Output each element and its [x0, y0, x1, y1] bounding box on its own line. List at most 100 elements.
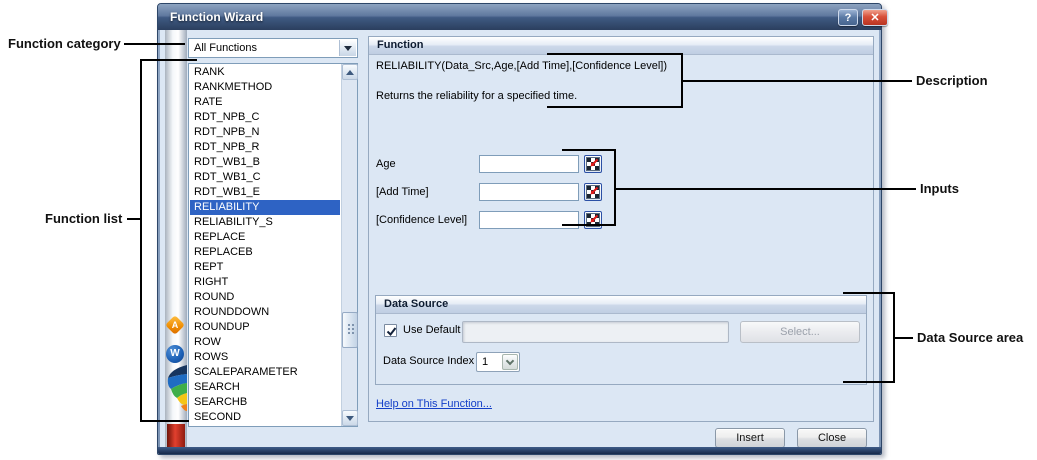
function-list-items: RANKRANKMETHODRATERDT_NPB_CRDT_NPB_NRDT_…: [190, 65, 340, 425]
list-item[interactable]: RELIABILITY: [190, 200, 340, 215]
annotation-data-source-area: Data Source area: [917, 330, 1023, 345]
dialog-bottom-edge: [158, 447, 881, 454]
annotation-line: [616, 188, 916, 190]
chevron-down-icon: [344, 46, 352, 51]
list-item[interactable]: RATE: [190, 95, 340, 110]
list-item[interactable]: RANKMETHOD: [190, 80, 340, 95]
dialog-title: Function Wizard: [170, 4, 263, 30]
input-label-add-time: [Add Time]: [376, 186, 429, 198]
annotation-bracket: [843, 381, 895, 383]
insert-button[interactable]: Insert: [715, 428, 785, 448]
dropdown-arrow-button[interactable]: [339, 40, 356, 56]
annotation-bracket: [843, 292, 895, 294]
annotation-function-list: Function list: [45, 211, 122, 226]
list-item[interactable]: RDT_NPB_C: [190, 110, 340, 125]
list-item[interactable]: ROW: [190, 335, 340, 350]
use-default-label: Use Default: [403, 324, 460, 336]
index-value: 1: [482, 353, 488, 371]
data-source-panel: Data Source Use Default Select... Data S…: [375, 295, 867, 385]
list-item[interactable]: SECOND: [190, 410, 340, 425]
function-signature: RELIABILITY(Data_Src,Age,[Add Time],[Con…: [376, 60, 667, 72]
scrollbar-up-icon: [346, 70, 354, 75]
annotation-bracket: [140, 420, 189, 422]
list-item[interactable]: RDT_NPB_N: [190, 125, 340, 140]
list-item[interactable]: ROWS: [190, 350, 340, 365]
annotation-bracket: [547, 106, 683, 108]
list-item[interactable]: RDT_WB1_C: [190, 170, 340, 185]
age-field[interactable]: [479, 155, 579, 173]
annotation-line: [124, 43, 185, 45]
annotation-bracket: [547, 53, 683, 55]
add-time-cell-reference-button[interactable]: [584, 183, 602, 201]
cell-reference-icon: [586, 185, 600, 199]
annotation-bracket: [893, 292, 895, 383]
annotation-line: [895, 337, 913, 339]
list-item[interactable]: ROUND: [190, 290, 340, 305]
list-item[interactable]: RDT_WB1_B: [190, 155, 340, 170]
list-item[interactable]: RANK: [190, 65, 340, 80]
help-icon: ?: [845, 12, 852, 24]
annotation-bracket: [562, 224, 616, 226]
titlebar[interactable]: Function Wizard ? ✕: [158, 4, 881, 30]
close-button[interactable]: ✕: [862, 9, 888, 26]
cell-reference-icon: [586, 157, 600, 171]
help-button[interactable]: ?: [838, 9, 858, 26]
annotation-bracket: [614, 149, 616, 226]
list-item[interactable]: SEARCH: [190, 380, 340, 395]
annotation-inputs: Inputs: [920, 181, 959, 196]
reliasoft-wave-icon: [165, 365, 187, 413]
age-cell-reference-button[interactable]: [584, 155, 602, 173]
function-category-dropdown[interactable]: All Functions: [188, 38, 358, 58]
close-dialog-button[interactable]: Close: [797, 428, 867, 448]
data-source-index-label: Data Source Index: [383, 355, 474, 367]
data-source-index-dropdown[interactable]: 1: [476, 352, 520, 372]
annotation-bracket: [681, 53, 683, 108]
weibull-w-icon: W: [166, 345, 184, 363]
index-dropdown-arrow-button[interactable]: [502, 354, 518, 370]
add-time-field[interactable]: [479, 183, 579, 201]
confidence-level-field[interactable]: [479, 211, 579, 229]
alta-a-letter: A: [168, 318, 182, 332]
annotation-function-category: Function category: [8, 36, 121, 51]
list-item[interactable]: ROUNDUP: [190, 320, 340, 335]
list-item[interactable]: SCALEPARAMETER: [190, 365, 340, 380]
confidence-cell-reference-button[interactable]: [584, 211, 602, 229]
list-item[interactable]: RDT_NPB_R: [190, 140, 340, 155]
list-item[interactable]: RELIABILITY_S: [190, 215, 340, 230]
list-item[interactable]: REPT: [190, 260, 340, 275]
select-button[interactable]: Select...: [740, 321, 860, 343]
scrollbar-down-icon: [346, 416, 354, 421]
scrollbar-thumb[interactable]: [342, 312, 358, 348]
data-source-field[interactable]: [462, 321, 729, 343]
function-wizard-dialog: Function Wizard ? ✕ A W All Functions RA…: [157, 3, 882, 455]
chevron-down-icon: [506, 357, 514, 365]
help-on-function-link[interactable]: Help on This Function...: [376, 398, 492, 410]
list-item[interactable]: RDT_WB1_E: [190, 185, 340, 200]
check-icon: [385, 325, 398, 338]
scrollbar-down-button[interactable]: [342, 410, 358, 426]
function-panel: Function RELIABILITY(Data_Src,Age,[Add T…: [368, 36, 874, 422]
annotation-bracket: [140, 59, 197, 61]
data-source-header: Data Source: [376, 296, 866, 314]
list-item[interactable]: ROUNDDOWN: [190, 305, 340, 320]
annotation-line: [683, 80, 912, 82]
use-default-checkbox[interactable]: [384, 324, 397, 337]
list-item[interactable]: RIGHT: [190, 275, 340, 290]
close-button-label: Close: [818, 432, 846, 444]
input-label-confidence-level: [Confidence Level]: [376, 214, 467, 226]
function-description: Returns the reliability for a specified …: [376, 90, 577, 102]
annotation-description: Description: [916, 73, 988, 88]
annotation-bracket: [562, 149, 616, 151]
list-item[interactable]: REPLACEB: [190, 245, 340, 260]
scrollbar[interactable]: [341, 64, 357, 426]
scrollbar-grip-icon: [348, 328, 350, 330]
dropdown-value: All Functions: [194, 39, 257, 57]
select-button-label: Select...: [780, 326, 820, 338]
alta-a-icon: A: [165, 315, 185, 335]
scrollbar-up-button[interactable]: [342, 64, 358, 80]
insert-button-label: Insert: [736, 432, 764, 444]
input-label-age: Age: [376, 158, 396, 170]
list-item[interactable]: REPLACE: [190, 230, 340, 245]
annotation-bracket: [140, 59, 142, 422]
list-item[interactable]: SEARCHB: [190, 395, 340, 410]
